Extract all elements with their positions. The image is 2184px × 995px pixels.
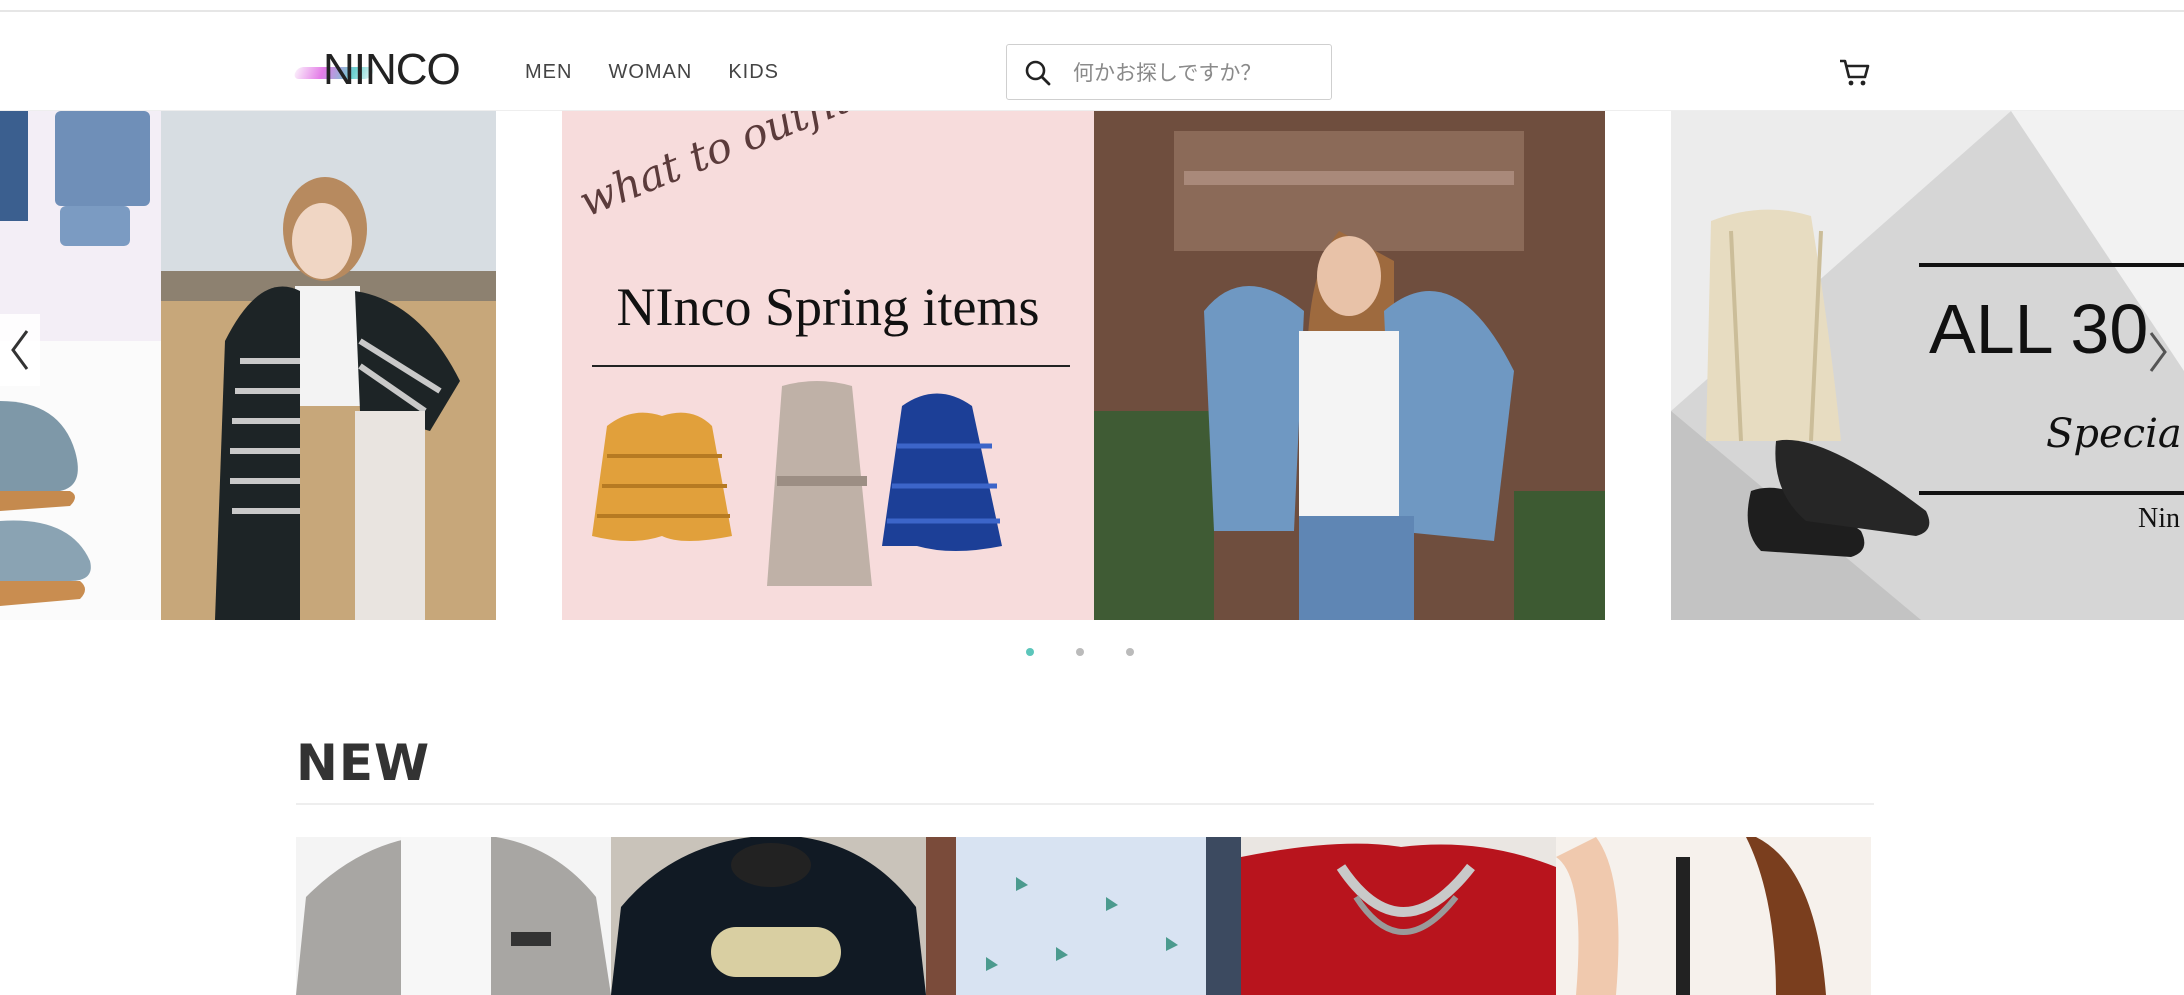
slide-photo-woman-field xyxy=(0,111,496,620)
new-products-row xyxy=(296,837,1874,995)
carousel-next-button[interactable] xyxy=(2138,316,2178,388)
carousel-slide-next[interactable]: ALL 30 Specia Nin xyxy=(1671,111,2184,620)
product-card[interactable] xyxy=(926,837,1241,995)
promo-line-top xyxy=(1919,263,2184,267)
chevron-right-icon xyxy=(2149,332,2167,372)
product-image-white-blouse xyxy=(1556,837,1871,995)
product-card[interactable] xyxy=(1556,837,1871,995)
carousel-indicators xyxy=(1026,648,1134,656)
search-input[interactable] xyxy=(1071,55,1325,91)
nav-item-kids[interactable]: KIDS xyxy=(728,61,779,84)
carousel-slide-prev[interactable] xyxy=(0,111,496,620)
carousel-slide-active[interactable]: what to outfit NInco Spring items xyxy=(562,111,1605,620)
slide-photo-denim-jacket xyxy=(1094,111,1605,620)
main-nav: MEN WOMAN KIDS xyxy=(525,61,815,84)
logo-text: NINCO xyxy=(323,45,461,94)
banner-title: NInco Spring items xyxy=(616,277,1040,337)
search-box[interactable] xyxy=(1006,44,1332,100)
browser-top-edge xyxy=(0,0,2184,12)
banner-panel: what to outfit NInco Spring items xyxy=(562,111,1094,620)
chevron-left-icon xyxy=(11,330,29,370)
promo-headline: ALL 30 xyxy=(1929,290,2149,368)
carousel-prev-button[interactable] xyxy=(0,314,40,386)
nav-item-men[interactable]: MEN xyxy=(525,61,572,84)
product-card[interactable] xyxy=(611,837,926,995)
section-title-new: NEW xyxy=(296,734,431,792)
cart-icon[interactable] xyxy=(1838,58,1872,88)
section-divider xyxy=(296,803,1874,805)
carousel-dot-2[interactable] xyxy=(1076,648,1084,656)
banner-script-text: what to outfit xyxy=(572,111,858,227)
product-image-gray-blazer xyxy=(296,837,611,995)
promo-subtext: Specia xyxy=(2046,411,2182,457)
product-card[interactable] xyxy=(1241,837,1556,995)
nav-item-woman[interactable]: WOMAN xyxy=(608,61,692,84)
promo-line-bottom xyxy=(1919,491,2184,495)
carousel-dot-3[interactable] xyxy=(1126,648,1134,656)
carousel-dot-1[interactable] xyxy=(1026,648,1034,656)
site-header: NINCO MEN WOMAN KIDS xyxy=(0,12,2184,111)
banner-divider xyxy=(592,365,1070,367)
site-logo[interactable]: NINCO xyxy=(292,45,465,95)
product-image-red-shirt xyxy=(1241,837,1556,995)
search-icon[interactable] xyxy=(1024,59,1052,87)
product-image-bird-shirt xyxy=(926,837,1241,995)
promo-brand: Nin xyxy=(2138,503,2180,534)
banner-products-image xyxy=(592,381,1002,586)
product-image-black-tshirt xyxy=(611,837,926,995)
product-card[interactable] xyxy=(296,837,611,995)
